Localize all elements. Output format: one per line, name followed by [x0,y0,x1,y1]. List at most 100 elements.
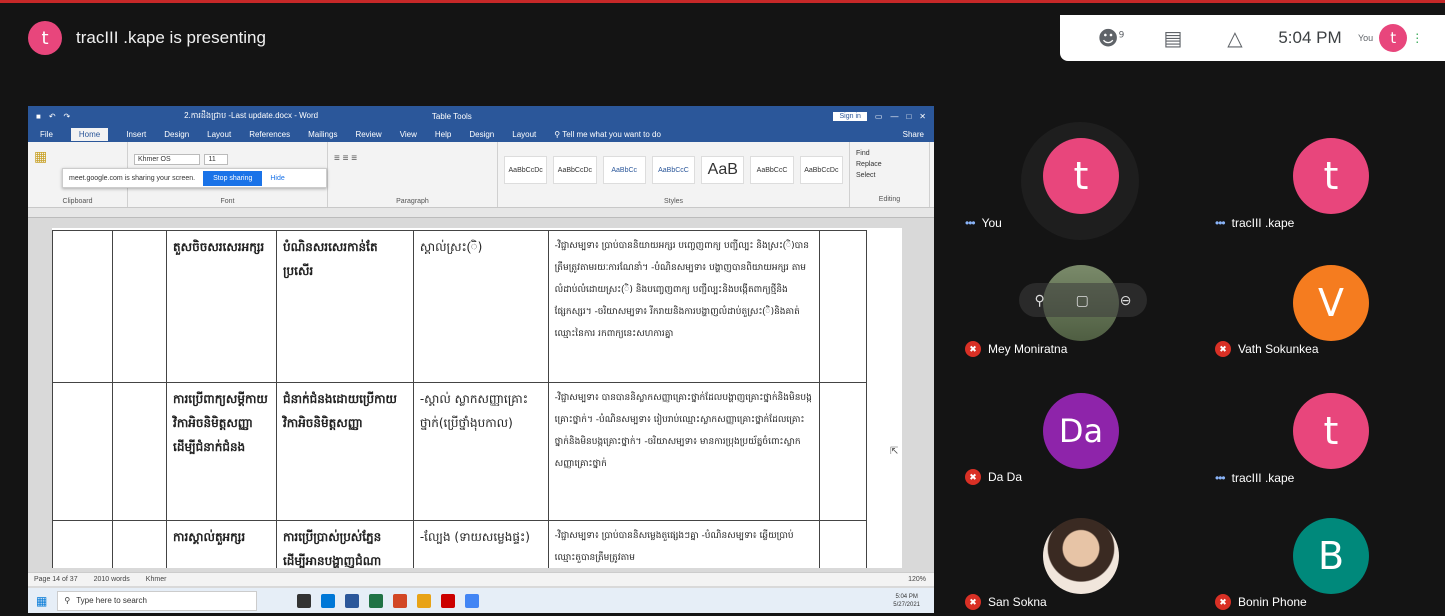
participant-name: You [981,216,1002,230]
menu-layout[interactable]: Layout [207,130,231,139]
fullscreen-icon[interactable]: ▢ [1076,292,1089,309]
minimize-icon[interactable]: — [890,112,898,121]
participant-tile[interactable]: ⚲ ▢ ⊖ ✖ Mey Moniratna [955,243,1195,363]
meeting-time: 5:04 PM [1278,28,1342,47]
font-name-select[interactable]: Khmer OS [134,154,200,165]
meet-window: t tracIII .kape is presenting ☻9 ▤ △ 5:0… [0,0,1445,613]
menu-home[interactable]: Home [70,127,109,141]
edge-icon[interactable] [321,593,336,608]
document-title: 2.ការដឹងជ្រាប -Last update.docx - Word [184,111,319,120]
language-indicator[interactable]: Khmer [146,576,167,583]
participant-tile[interactable]: B ✖ Bonin Phone [1205,496,1445,616]
table-cell: -វិជ្ជាសម្បទា៖ បានបាននិស្លាកសញ្ញាគ្រោះថ្… [547,382,821,521]
font-label: Font [220,198,235,205]
styles-label: Styles [663,198,684,205]
mic-off-icon: ✖ [1215,594,1231,610]
ribbon-options-icon[interactable]: ▭ [875,112,883,121]
chat-icon[interactable]: ▤ [1142,26,1204,50]
taskbar-apps [297,593,480,608]
participant-tile[interactable]: ✖ San Sokna [955,496,1195,616]
windows-start-icon[interactable]: ▦ [36,594,47,608]
taskbar-search[interactable]: ⚲ Type here to search [57,590,258,611]
ruler[interactable] [28,208,934,218]
menu-design[interactable]: Design [164,130,189,139]
participant-avatar: t [1043,138,1119,214]
file-explorer-icon[interactable] [417,593,432,608]
tell-me-search[interactable]: ⚲ Tell me what you want to do [554,130,661,139]
clipboard-label: Clipboard [62,198,93,205]
taskbar-time: 5:04 PM [895,593,918,600]
word-count: 2010 words [93,576,130,583]
maximize-icon[interactable]: □ [906,112,911,121]
people-count-badge: 9 [1118,30,1125,41]
style-normal[interactable]: AaBbCcDc [504,156,548,184]
table-cell: ការប្រើពាក្យសម្ដីកាយវិកាអិចនិមិត្តសញ្ញាដ… [166,382,277,521]
undo-icon[interactable]: ↶ [49,112,56,121]
people-icon[interactable]: ☻9 [1080,26,1142,50]
stop-sharing-button[interactable]: Stop sharing [203,170,263,186]
pdf-icon[interactable] [441,593,456,608]
sign-in-button[interactable]: Sign in [833,111,867,121]
style-no-spacing[interactable]: AaBbCcDc [553,156,597,184]
font-size-select[interactable]: 11 [204,154,229,165]
document-page[interactable]: តួសចិចសរសេរអក្សរ បំណិនសរសេរកាន់តែប្រសើរ … [52,228,902,568]
menu-view[interactable]: View [400,130,417,139]
menu-table-design[interactable]: Design [469,130,494,139]
chrome-icon[interactable] [465,593,480,608]
powerpoint-icon[interactable] [393,593,408,608]
self-avatar[interactable]: t [1379,24,1408,52]
activities-icon[interactable]: △ [1204,26,1266,50]
menu-references[interactable]: References [249,130,290,139]
more-dots-icon[interactable]: ⋮ [1411,31,1423,45]
participant-name: tracIII .kape [1231,471,1295,485]
close-icon[interactable]: ✕ [919,112,926,121]
zoom-level[interactable]: 120% [908,576,926,583]
table-row: ការស្គាល់តួអក្សរ ការប្រើប្រាស់ប្រស់ភ្នែន… [52,520,867,568]
share-button[interactable]: Share [903,130,924,139]
paragraph-label: Paragraph [396,198,429,205]
redo-icon[interactable]: ↷ [64,112,71,121]
page-count: Page 14 of 37 [34,576,78,583]
participant-tile[interactable]: V ✖ Vath Sokunkea [1205,243,1445,363]
menu-help[interactable]: Help [435,130,451,139]
menu-table-layout[interactable]: Layout [512,130,536,139]
participant-tile[interactable]: t ••• You [955,116,1195,240]
style-title[interactable]: AaB [701,156,745,184]
hide-banner-button[interactable]: Hide [270,175,284,182]
word-icon[interactable] [345,593,360,608]
participant-tile[interactable]: t ••• tracIII .kape [1205,371,1445,491]
meeting-controls-panel: ☻9 ▤ △ 5:04 PM You t ⋮ [1060,15,1445,61]
menu-insert[interactable]: Insert [126,130,146,139]
more-options-icon[interactable]: ••• [1215,471,1226,485]
taskbar-clock[interactable]: 5:04 PM 5/27/2021 [893,593,920,609]
table-cell: -វិជ្ជាសម្បទា៖ ប្រាប់បាននិសម្លេងតួផ្សេងៗ… [547,520,821,568]
participant-tile[interactable]: t ••• tracIII .kape [1205,116,1445,236]
more-options-icon[interactable]: ••• [965,216,976,230]
paste-icon[interactable]: ▦ [34,148,47,164]
menu-file[interactable]: File [40,130,53,139]
bullets-icon[interactable]: ≡ ≡ ≡ [334,153,357,164]
table-row: តួសចិចសរសេរអក្សរ បំណិនសរសេរកាន់តែប្រសើរ … [52,230,867,383]
replace-button[interactable]: Replace [856,159,923,170]
remove-icon[interactable]: ⊖ [1120,292,1132,309]
excel-icon[interactable] [369,593,384,608]
pin-icon[interactable]: ⚲ [1034,292,1044,309]
save-icon[interactable]: ■ [36,112,41,121]
table-cell: -វិជ្ជាសម្បទា៖ ប្រាប់បាននិយាយអក្សរ បញ្ចេ… [547,230,821,383]
more-options-icon[interactable]: ••• [1215,216,1226,230]
style-heading-1[interactable]: AaBbCc [602,156,646,184]
style-subtle-emphasis[interactable]: AaBbCcDc [799,156,843,184]
table-cell: -ស្គាល់ ស្លាកសញ្ញាគ្រោះថ្នាក់(ប្រើថ្នាំង… [412,382,549,521]
find-button[interactable]: Find [856,148,923,159]
menu-mailings[interactable]: Mailings [308,130,337,139]
task-view-icon[interactable] [297,593,312,608]
participant-name: tracIII .kape [1231,216,1295,230]
windows-taskbar: ▦ ⚲ Type here to search 5:04 PM 5/27/202… [28,588,934,613]
select-button[interactable]: Select [856,170,923,181]
style-heading-2[interactable]: AaBbCcC [651,156,696,184]
participant-tile[interactable]: Da ✖ Da Da [955,371,1195,491]
mic-off-icon: ✖ [965,594,981,610]
style-subtitle[interactable]: AaBbCcC [750,156,794,184]
menu-review[interactable]: Review [355,130,381,139]
shared-screen: ■ ↶ ↷ 2.ការដឹងជ្រាប -Last update.docx - … [28,106,934,613]
